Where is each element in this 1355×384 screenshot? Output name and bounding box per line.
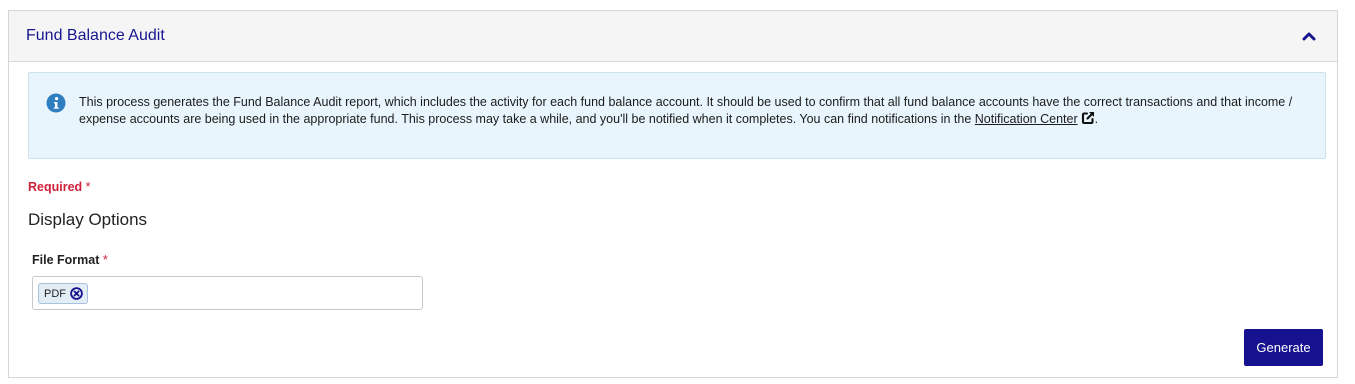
file-format-select[interactable]: PDF <box>32 276 423 310</box>
fund-balance-audit-panel: Fund Balance Audit This process generate… <box>8 10 1338 378</box>
panel-header[interactable]: Fund Balance Audit <box>9 11 1337 62</box>
chip-label: PDF <box>44 287 66 300</box>
file-format-chip: PDF <box>38 283 88 304</box>
file-format-required-star: * <box>102 253 108 267</box>
info-alert: This process generates the Fund Balance … <box>28 72 1326 159</box>
section-title: Display Options <box>28 210 148 229</box>
external-link-icon[interactable] <box>1081 111 1095 125</box>
info-message-trailing: . <box>1094 111 1099 126</box>
required-label: Required <box>28 180 83 194</box>
remove-circle-icon[interactable] <box>70 287 83 300</box>
required-note: Required * <box>28 180 91 194</box>
file-format-label-text: File Format <box>32 253 100 267</box>
notification-center-link[interactable]: Notification Center <box>975 112 1078 126</box>
info-message-text: This process generates the Fund Balance … <box>79 95 1293 126</box>
chevron-up-icon[interactable] <box>1299 26 1319 46</box>
panel-title: Fund Balance Audit <box>26 27 165 44</box>
info-message: This process generates the Fund Balance … <box>79 94 1309 127</box>
info-circle-icon <box>46 93 66 113</box>
required-star: * <box>85 180 91 194</box>
generate-button[interactable]: Generate <box>1244 329 1323 366</box>
file-format-label: File Format * <box>32 253 108 267</box>
